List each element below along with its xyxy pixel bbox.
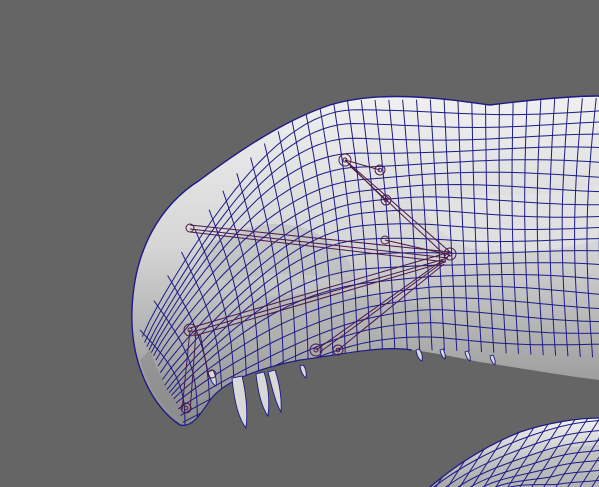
3d-viewport[interactable] bbox=[0, 0, 599, 487]
viewport-canvas[interactable] bbox=[0, 0, 599, 487]
lower-jaw-mesh[interactable] bbox=[429, 417, 599, 487]
creature-head-mesh[interactable] bbox=[131, 95, 599, 426]
